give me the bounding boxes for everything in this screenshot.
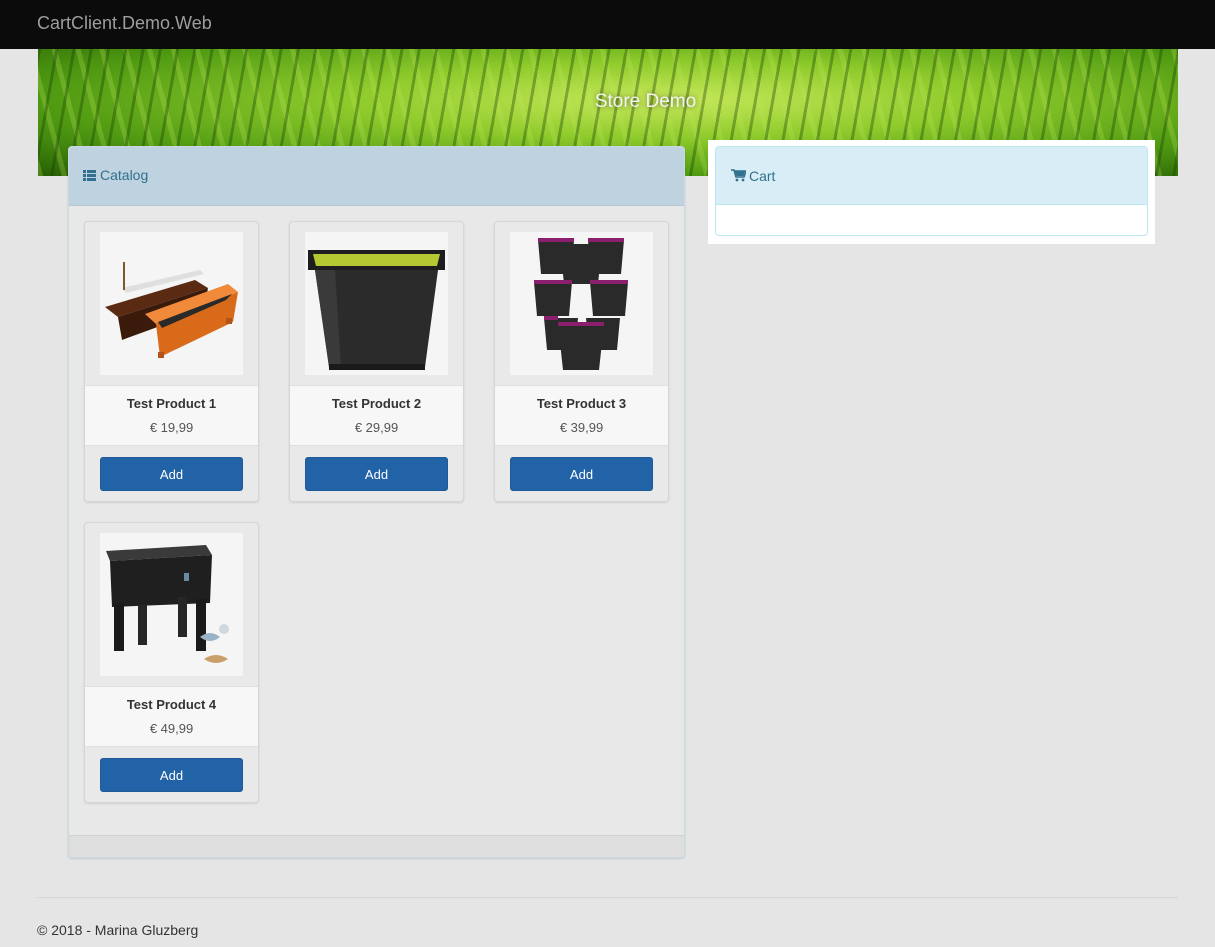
raised-bed-image xyxy=(100,533,243,676)
product-price: € 39,99 xyxy=(559,420,604,435)
product-price: € 49,99 xyxy=(149,721,194,736)
cart-title: Cart xyxy=(749,168,776,184)
product-name: Test Product 1 xyxy=(126,396,217,411)
footer-copyright: © 2018 - Marina Gluzberg xyxy=(37,922,199,938)
cart-panel: Cart xyxy=(715,146,1148,236)
product-card: Test Product 1 € 19,99 Add xyxy=(84,221,259,502)
footer-divider xyxy=(37,897,1178,898)
add-to-cart-button[interactable]: Add xyxy=(305,457,448,491)
catalog-heading: Catalog xyxy=(69,147,684,206)
hero-title: Store Demo xyxy=(594,91,697,112)
add-to-cart-button[interactable]: Add xyxy=(510,457,653,491)
add-to-cart-button[interactable]: Add xyxy=(100,758,243,792)
list-icon xyxy=(83,170,96,181)
catalog-panel: Catalog Test Product 1 € 19,99 Add Test … xyxy=(68,146,685,858)
shopping-cart-icon xyxy=(731,169,746,182)
square-pot-image xyxy=(305,232,448,375)
product-card: Test Product 4 € 49,99 Add xyxy=(84,522,259,803)
product-price: € 19,99 xyxy=(149,420,194,435)
catalog-footer xyxy=(69,835,684,857)
stacking-planter-image xyxy=(510,232,653,375)
product-price: € 29,99 xyxy=(354,420,399,435)
product-card: Test Product 3 € 39,99 Add xyxy=(494,221,669,502)
catalog-title: Catalog xyxy=(100,167,149,183)
product-name: Test Product 2 xyxy=(331,396,422,411)
product-card: Test Product 2 € 29,99 Add xyxy=(289,221,464,502)
brand-link[interactable]: CartClient.Demo.Web xyxy=(37,13,212,34)
cart-heading: Cart xyxy=(716,147,1147,205)
product-name: Test Product 3 xyxy=(536,396,627,411)
planter-boxes-image xyxy=(100,232,243,375)
navbar: CartClient.Demo.Web xyxy=(0,0,1215,49)
product-name: Test Product 4 xyxy=(126,697,217,712)
add-to-cart-button[interactable]: Add xyxy=(100,457,243,491)
